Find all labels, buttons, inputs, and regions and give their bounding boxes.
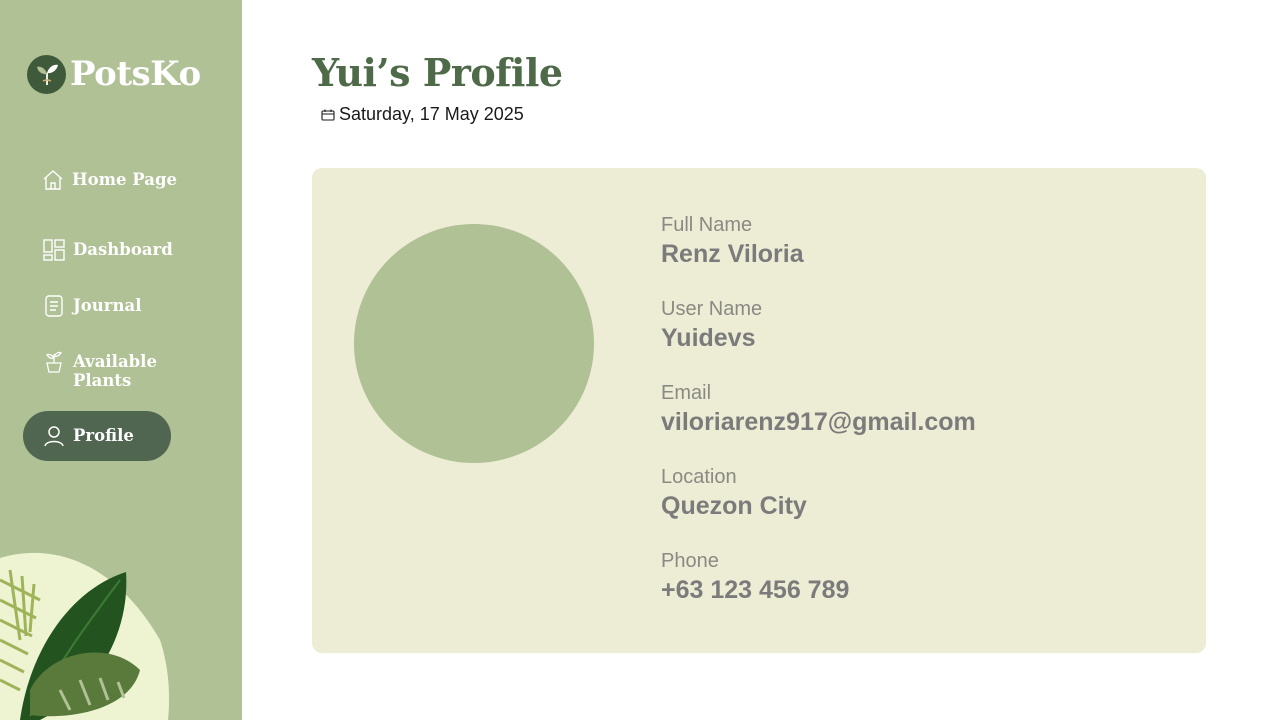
field-value: viloriarenz917@gmail.com — [661, 408, 976, 436]
location-field: Location Quezon City — [661, 464, 976, 548]
email-field: Email viloriarenz917@gmail.com — [661, 380, 976, 464]
field-value: +63 123 456 789 — [661, 576, 850, 604]
field-label: Phone — [661, 550, 719, 572]
plant-pot-icon — [42, 350, 66, 374]
date-row: Saturday, 17 May 2025 — [320, 104, 524, 125]
field-label: Location — [661, 466, 737, 488]
user-icon — [42, 424, 66, 448]
sidebar-item-label: Journal — [73, 296, 142, 315]
dashboard-icon — [42, 238, 66, 262]
brand-name: PotsKo — [70, 54, 201, 94]
leaf-decoration — [0, 552, 170, 720]
page-title: Yui’s Profile — [312, 50, 563, 95]
field-value: Quezon City — [661, 492, 807, 520]
field-label: Full Name — [661, 214, 753, 236]
profile-fields: Full Name Renz Viloria User Name Yuidevs… — [661, 212, 976, 632]
main-content: Yui’s Profile Saturday, 17 May 2025 Full… — [242, 0, 1280, 720]
sidebar-item-label: Available Plants — [73, 352, 157, 390]
profile-card: Full Name Renz Viloria User Name Yuidevs… — [312, 168, 1206, 653]
sidebar-item-home[interactable]: Home Page — [41, 168, 177, 192]
user-name-field: User Name Yuidevs — [661, 296, 976, 380]
field-value: Renz Viloria — [661, 240, 804, 268]
sidebar-item-dashboard[interactable]: Dashboard — [42, 238, 173, 262]
sidebar: PotsKo Home Page Dashboard Journal Avail… — [0, 0, 242, 720]
phone-field: Phone +63 123 456 789 — [661, 548, 976, 632]
brand[interactable]: PotsKo — [27, 54, 201, 94]
avatar[interactable] — [354, 224, 594, 463]
calendar-icon — [320, 107, 336, 123]
sidebar-item-profile[interactable]: Profile — [23, 411, 171, 461]
full-name-field: Full Name Renz Viloria — [661, 212, 976, 296]
field-label: Email — [661, 382, 712, 404]
home-icon — [41, 168, 65, 192]
sidebar-item-journal[interactable]: Journal — [42, 294, 141, 318]
field-value: Yuidevs — [661, 324, 756, 352]
sidebar-item-label: Home Page — [72, 170, 177, 189]
sprout-logo-icon — [27, 54, 66, 94]
sidebar-item-available-plants[interactable]: Available Plants — [42, 350, 173, 390]
current-date: Saturday, 17 May 2025 — [339, 104, 524, 124]
journal-icon — [42, 294, 66, 318]
sidebar-item-label: Dashboard — [73, 240, 173, 259]
sidebar-item-label: Profile — [73, 426, 134, 445]
field-label: User Name — [661, 298, 763, 320]
